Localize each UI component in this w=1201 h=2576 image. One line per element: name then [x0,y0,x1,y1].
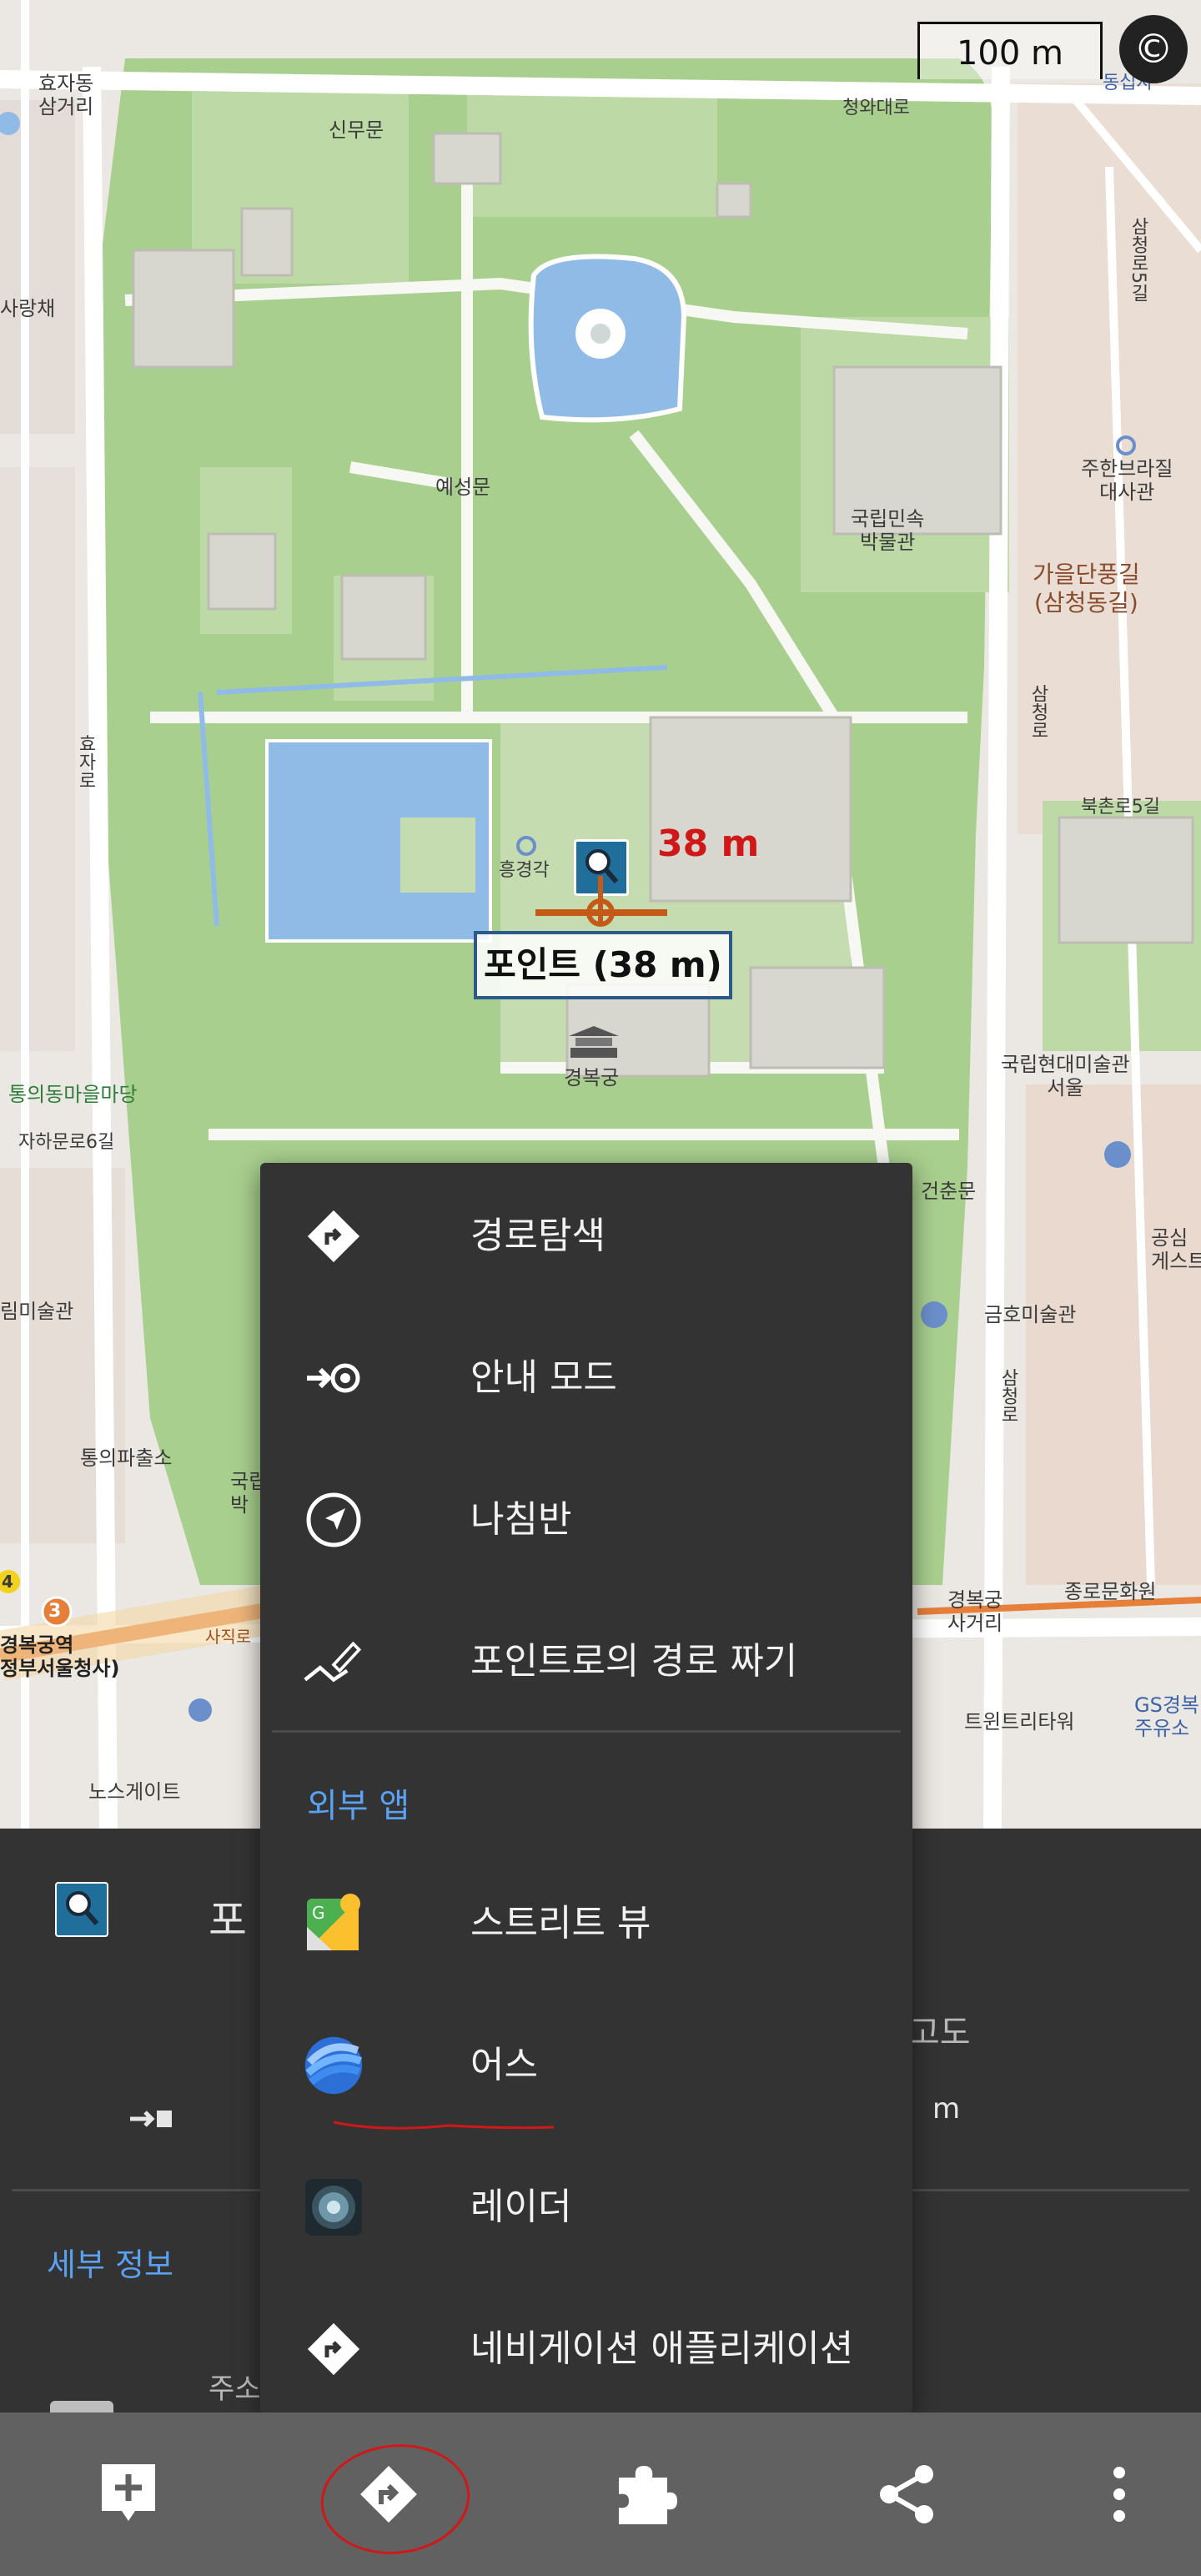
map-label-geonchunmun: 건춘문 [921,1180,977,1203]
addons-button[interactable] [604,2453,687,2536]
map-label-gyeongbok-intersection: 경복궁 사거리 [947,1588,1003,1635]
map-label-geumho: 금호미술관 [984,1303,1077,1326]
crosshair-icon [535,876,667,927]
earth-icon [304,2035,364,2096]
map-label-jongno-center: 종로문화원 [1064,1580,1157,1603]
menu-item-navigation-app[interactable]: 네비게이션 애플리케이션 [260,2276,912,2418]
map-label-station-number: 3 [48,1601,62,1622]
menu-item-label: 네비게이션 애플리케이션 [470,2327,854,2370]
map-label-yeseongmun: 예성문 [435,475,491,499]
map-label-mmca: 국립현대미술관 서울 [1001,1053,1130,1099]
navigation-app-icon [304,2319,364,2379]
menu-item-label: 경로탐색 [470,1215,606,1257]
menu-item-label: 스트리트 뷰 [470,1902,651,1945]
map-label-sajikro: 사직로 [205,1627,252,1647]
menu-item-earth[interactable]: 어스 [260,1992,912,2134]
map-label-samcheongro: 삼청로 [1028,684,1048,739]
add-note-button[interactable] [87,2453,170,2536]
compass-icon [304,1490,364,1550]
annotation-underline [333,2121,555,2130]
toolbar-handle [50,2401,113,2412]
copyright-icon[interactable]: © [1119,15,1188,83]
address-label: 주소 [209,2372,261,2406]
menu-item-label: 포인트로의 경로 짜기 [470,1640,798,1683]
map-label-tongui-madang: 통의동마을마당 [8,1083,138,1106]
arrow-to-icon [127,2102,177,2136]
distance-label: 38 m [657,823,760,865]
radar-icon [304,2177,364,2237]
map-label-gs: GS경복 주유소 [1134,1693,1199,1740]
panel-title: 포 [209,1896,247,1945]
map-label-hyojadong: 효자동 삼거리 [38,72,94,118]
menu-divider [272,1730,901,1733]
map-label-bukchonro: 북촌로5길 [1081,797,1160,818]
details-tab[interactable]: 세부 정보 [47,2239,173,2285]
map-label-gongsim: 공심 게스트 [1151,1226,1201,1273]
map-label-jahamunro: 자하문로6길 [18,1132,115,1153]
map-label-hyojaro: 효자로 [75,734,96,789]
menu-item-compass[interactable]: 나침반 [260,1446,912,1588]
map-label-line-number: 4 [2,1572,13,1592]
guidance-icon [304,1348,364,1408]
map-label-embassy: 주한브라질 대사관 [1081,457,1173,504]
menu-item-label: 안내 모드 [470,1356,617,1399]
puzzle-icon [619,2466,677,2524]
point-name-label[interactable]: 포인트 (38 m) [474,931,732,999]
more-options-button[interactable] [1078,2453,1161,2536]
palace-icon [569,1026,619,1058]
map-label-samcheongro5gil: 삼청로5길 [1128,217,1148,302]
share-icon [880,2465,933,2523]
menu-item-route-planning[interactable]: 포인트로의 경로 짜기 [260,1588,912,1730]
map-label-sinmumun: 신무문 [329,118,384,142]
map-scale-bar: 100 m [917,22,1103,79]
menu-item-radar[interactable]: 레이더 [260,2134,912,2276]
altitude-label: 고도 [909,2014,971,2052]
menu-item-label: 어스 [470,2044,538,2086]
annotation-circle [320,2444,470,2554]
more-vert-icon [1113,2467,1125,2522]
route-plan-icon [304,1632,364,1692]
map-label-rim: 림미술관 [0,1300,74,1323]
add-note-icon [102,2464,155,2521]
street-view-icon: G [304,1894,364,1954]
panel-point-icon [55,1882,108,1937]
map-label-gyeongbokgung: 경복궁 [564,1066,620,1089]
bottom-toolbar [0,2401,1201,2576]
map-label-cheongwadaero: 청와대로 [842,98,910,118]
map-label-station: 경복궁역 정부서울청사) [0,1633,120,1680]
menu-item-label: 나침반 [470,1498,572,1541]
menu-item-street-view[interactable]: G 스트리트 뷰 [260,1850,912,1992]
svg-text:G: G [312,1903,325,1923]
map-label-autumn-road: 가을단풍길 (삼청동길) [1033,561,1140,616]
directions-icon [304,1206,364,1266]
directions-menu: 경로탐색 안내 모드 나침반 포인트로의 경로 짜기 외부 앱 G 스트리트 뷰… [260,1163,912,2414]
map-label-tongui-police: 통의파출소 [80,1446,173,1470]
menu-item-directions[interactable]: 경로탐색 [260,1163,912,1305]
menu-item-guidance-mode[interactable]: 안내 모드 [260,1305,912,1446]
altitude-unit: m [932,2092,961,2126]
share-button[interactable] [866,2453,949,2536]
map-label-nos: 노스게이트 [88,1780,181,1804]
map-label-sarangchae: 사랑채 [0,297,56,320]
menu-item-label: 레이더 [470,2186,572,2228]
map-label-samcheongro-lower: 삼청로 [997,1368,1018,1423]
external-apps-header: 외부 앱 [307,1787,410,1825]
map-label-museum: 국립민속 박물관 [851,507,925,554]
map-label-twintree: 트윈트리타워 [964,1710,1075,1733]
